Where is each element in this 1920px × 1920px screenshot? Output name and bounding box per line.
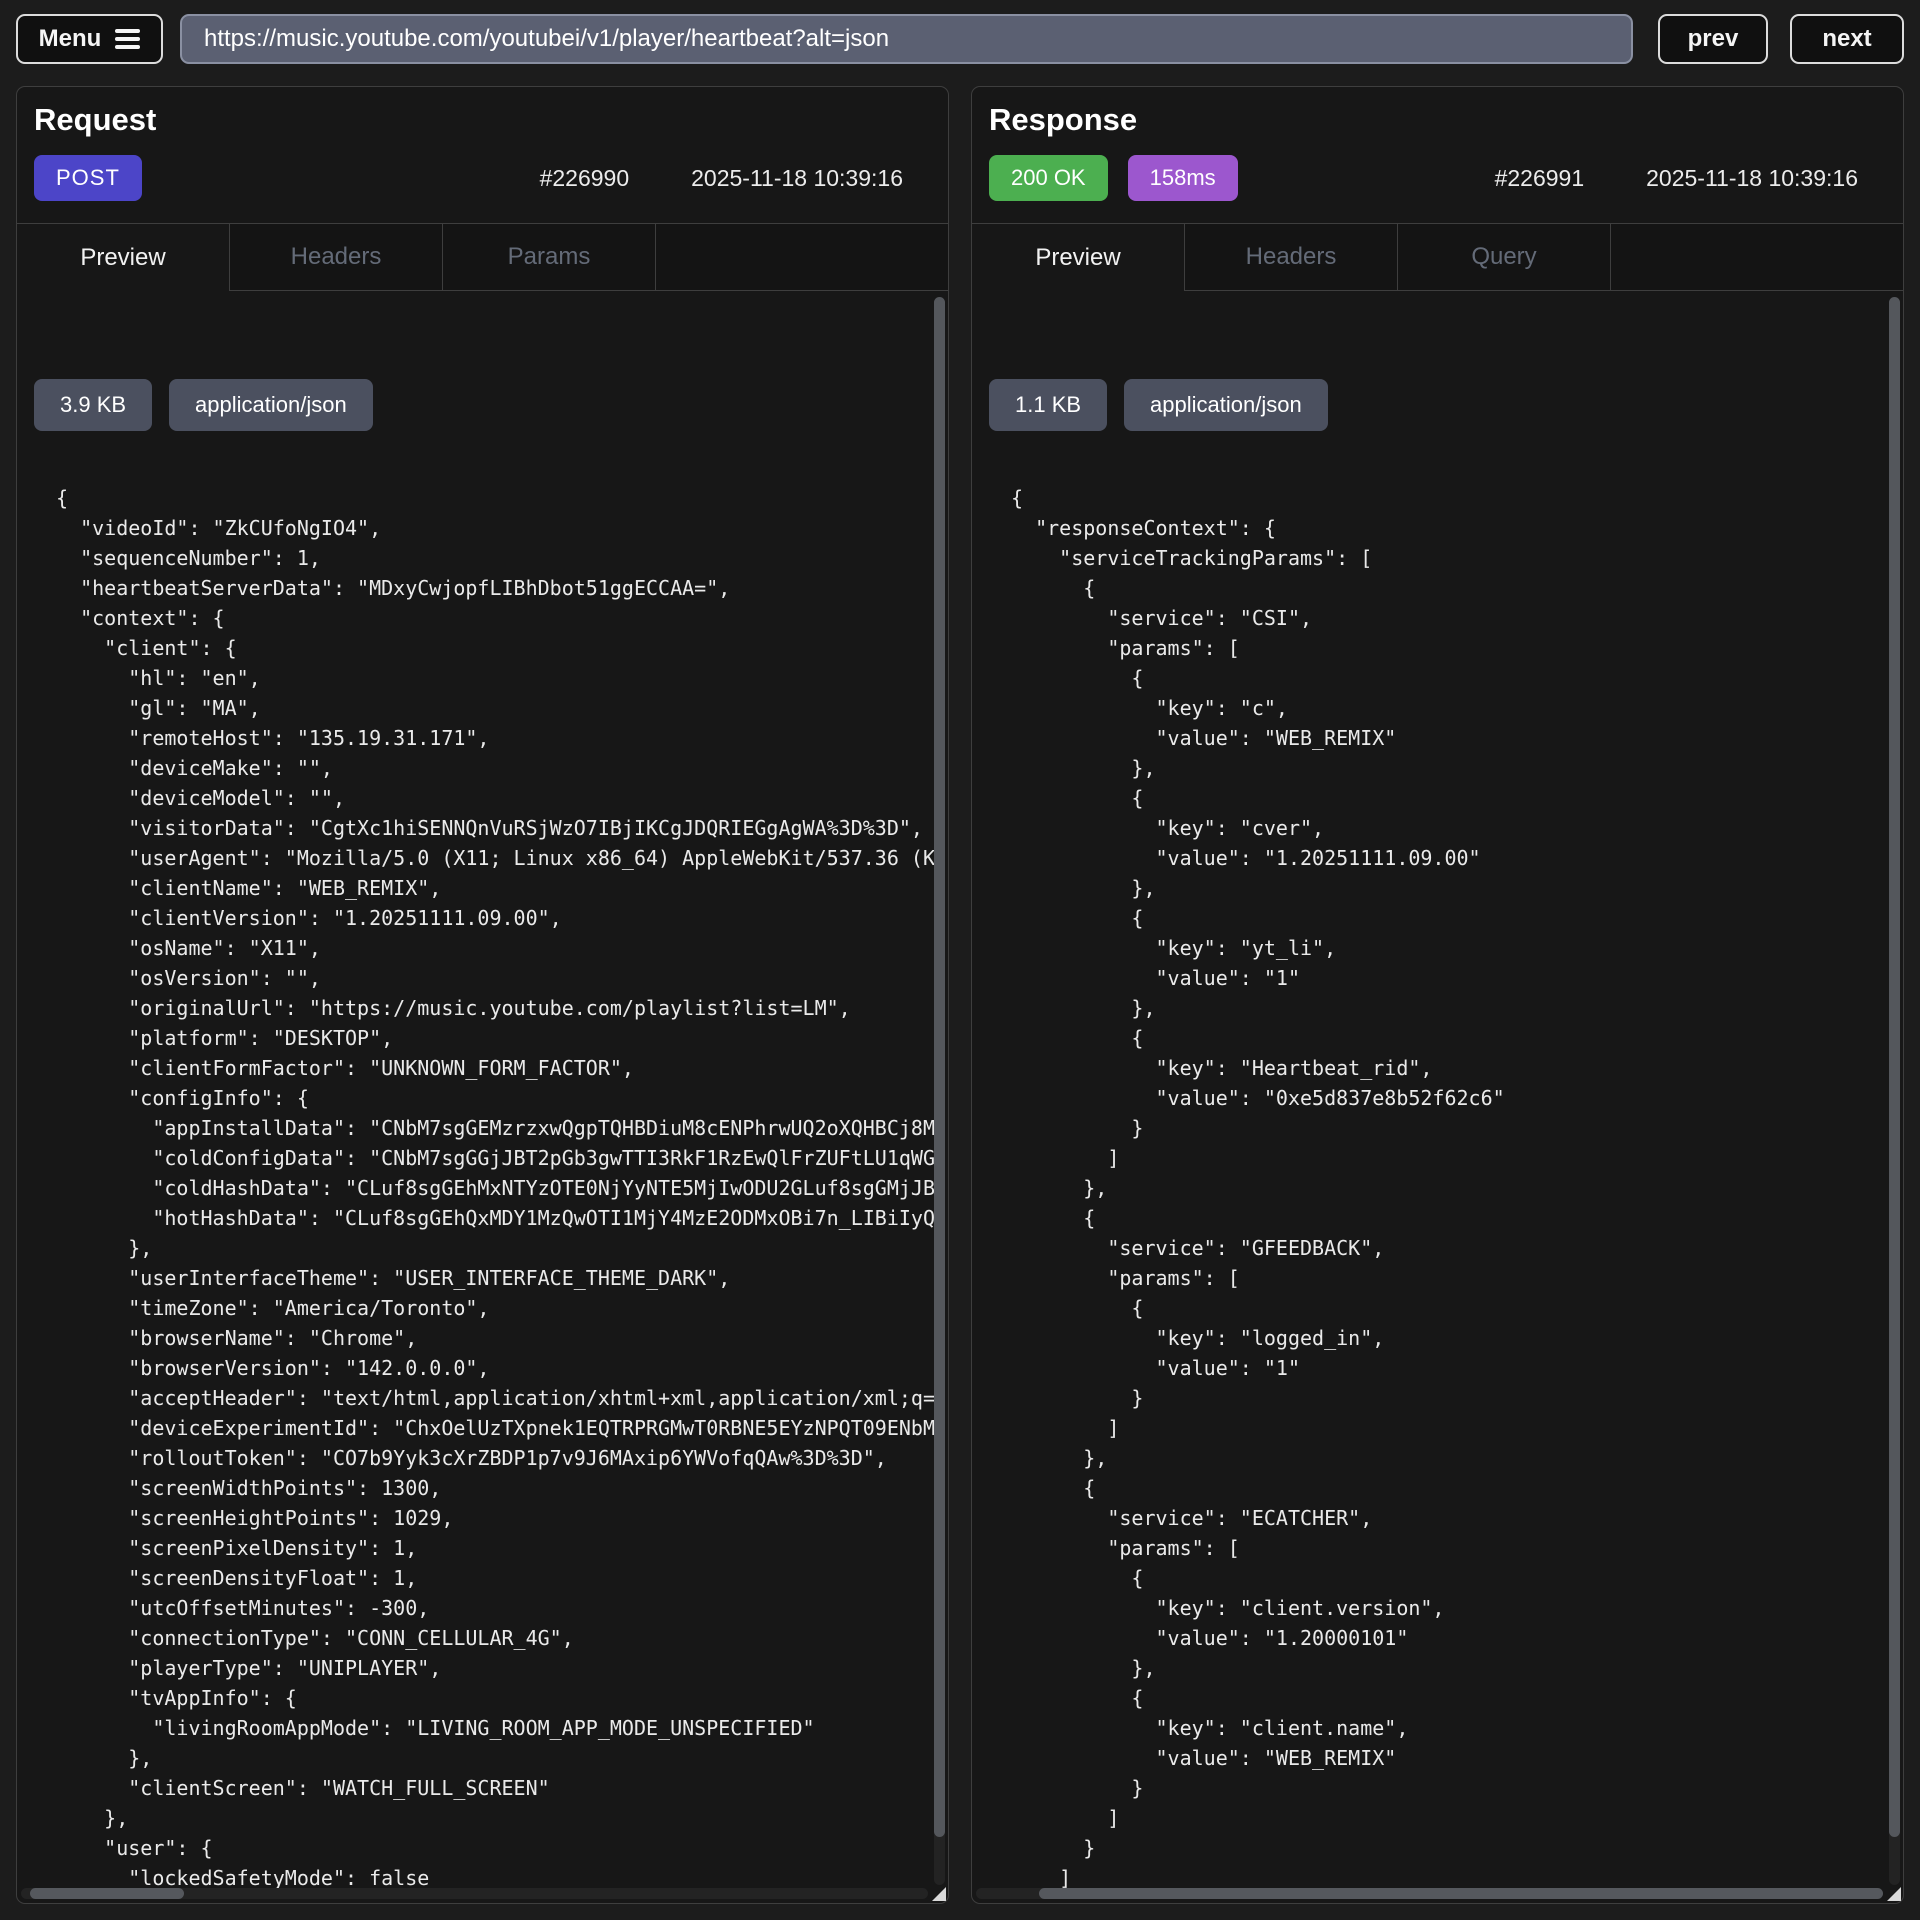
url-text: https://music.youtube.com/youtubei/v1/pl…: [204, 25, 889, 53]
response-tab-preview[interactable]: Preview: [972, 224, 1185, 291]
request-title: Request: [34, 101, 903, 139]
request-vertical-scrollbar-thumb[interactable]: [934, 297, 945, 1837]
request-horizontal-scrollbar-thumb[interactable]: [30, 1888, 184, 1899]
request-tabs-filler: [656, 224, 948, 291]
response-body: 1.1 KB application/json { "responseConte…: [973, 291, 1902, 1902]
request-tab-preview[interactable]: Preview: [17, 224, 230, 291]
request-json-preview: { "videoId": "ZkCUfoNgIO4", "sequenceNum…: [56, 483, 935, 1893]
response-id: #226991: [1495, 165, 1585, 192]
request-header: Request POST #226990 2025-11-18 10:39:16: [17, 87, 948, 201]
response-status-badge: 200 OK: [989, 155, 1108, 201]
toolbar: Menu https://music.youtube.com/youtubei/…: [16, 14, 1904, 64]
request-resize-grip-icon[interactable]: [932, 1887, 946, 1901]
response-resize-grip-icon[interactable]: [1887, 1887, 1901, 1901]
response-title: Response: [989, 101, 1858, 139]
request-id: #226990: [540, 165, 630, 192]
response-tabs: Preview Headers Query: [972, 223, 1903, 291]
response-json-preview: { "responseContext": { "serviceTrackingP…: [1011, 483, 1890, 1893]
request-vertical-scrollbar[interactable]: [934, 297, 945, 1885]
menu-button-label: Menu: [39, 25, 102, 53]
url-input[interactable]: https://music.youtube.com/youtubei/v1/pl…: [180, 14, 1633, 64]
response-vertical-scrollbar[interactable]: [1889, 297, 1900, 1885]
response-panel: Response 200 OK 158ms #226991 2025-11-18…: [971, 86, 1904, 1904]
response-size-row: 1.1 KB application/json: [989, 379, 1902, 431]
request-panel: Request POST #226990 2025-11-18 10:39:16…: [16, 86, 949, 1904]
response-timestamp: 2025-11-18 10:39:16: [1646, 165, 1858, 192]
prev-button[interactable]: prev: [1658, 14, 1768, 64]
request-tabs: Preview Headers Params: [17, 223, 948, 291]
response-vertical-scrollbar-thumb[interactable]: [1889, 297, 1900, 1837]
request-horizontal-scrollbar[interactable]: [21, 1888, 928, 1899]
response-content-type-badge: application/json: [1124, 379, 1328, 431]
response-header: Response 200 OK 158ms #226991 2025-11-18…: [972, 87, 1903, 201]
request-meta-row: POST #226990 2025-11-18 10:39:16: [34, 155, 903, 201]
next-button[interactable]: next: [1790, 14, 1904, 64]
request-timestamp: 2025-11-18 10:39:16: [691, 165, 903, 192]
response-horizontal-scrollbar-thumb[interactable]: [1039, 1888, 1883, 1899]
response-tabs-filler: [1611, 224, 1903, 291]
response-horizontal-scrollbar[interactable]: [976, 1888, 1883, 1899]
request-body: 3.9 KB application/json { "videoId": "Zk…: [18, 291, 947, 1902]
request-content-type-badge: application/json: [169, 379, 373, 431]
response-tab-headers[interactable]: Headers: [1185, 224, 1398, 291]
hamburger-icon: [115, 29, 140, 49]
menu-button[interactable]: Menu: [16, 14, 163, 64]
request-size-row: 3.9 KB application/json: [34, 379, 947, 431]
response-meta-row: 200 OK 158ms #226991 2025-11-18 10:39:16: [989, 155, 1858, 201]
request-tab-headers[interactable]: Headers: [230, 224, 443, 291]
response-duration-badge: 158ms: [1128, 155, 1238, 201]
request-tab-params[interactable]: Params: [443, 224, 656, 291]
response-size-badge: 1.1 KB: [989, 379, 1107, 431]
request-size-badge: 3.9 KB: [34, 379, 152, 431]
request-method-badge: POST: [34, 155, 142, 201]
response-tab-query[interactable]: Query: [1398, 224, 1611, 291]
